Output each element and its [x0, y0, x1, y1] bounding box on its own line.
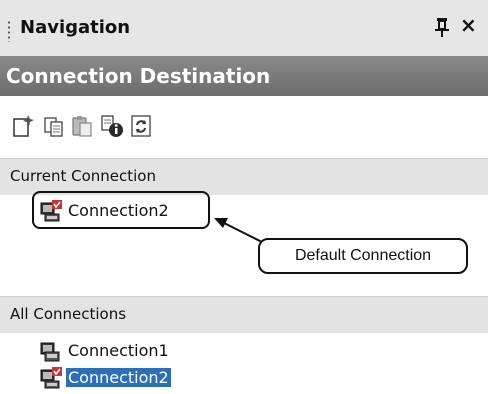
all-connections-header: All Connections — [0, 296, 488, 333]
copy-icon[interactable] — [42, 114, 66, 138]
callout-label: Default Connection — [294, 247, 432, 264]
default-connection-callout: Default Connection — [258, 238, 468, 274]
toolbar — [0, 96, 488, 158]
connection-name-selected: Connection2 — [66, 368, 171, 387]
close-icon[interactable]: × — [460, 15, 477, 35]
section-header: Connection Destination — [0, 56, 488, 96]
connection-icon — [40, 342, 60, 362]
new-connection-icon[interactable] — [12, 114, 36, 138]
navigation-panel: Navigation × Connection Destination Curr… — [0, 0, 488, 394]
panel-titlebar: Navigation × — [0, 0, 488, 56]
current-connection-label: Current Connection — [10, 167, 156, 185]
connection-list-item-selected[interactable]: Connection2 — [40, 366, 210, 390]
pin-icon[interactable] — [433, 16, 451, 38]
properties-icon[interactable] — [100, 114, 124, 138]
current-connection-header: Current Connection — [0, 158, 488, 195]
refresh-icon[interactable] — [130, 114, 154, 138]
connection-default-icon — [40, 367, 62, 389]
default-connection-highlight — [32, 191, 210, 229]
drag-grip-icon[interactable] — [7, 20, 11, 42]
connection-name: Connection1 — [68, 341, 169, 360]
paste-icon[interactable] — [70, 114, 94, 138]
section-title: Connection Destination — [6, 64, 271, 88]
all-connections-label: All Connections — [10, 305, 127, 323]
connection-list-item[interactable]: Connection1 — [40, 339, 210, 363]
panel-title: Navigation — [20, 17, 131, 38]
